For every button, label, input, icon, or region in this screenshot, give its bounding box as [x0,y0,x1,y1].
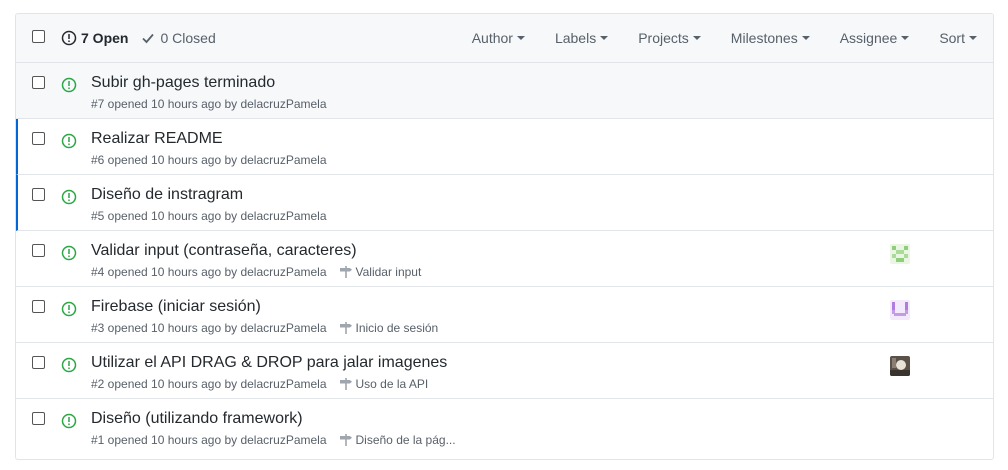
issues-header: 7 Open 0 Closed Author Labels Projects M… [16,14,993,63]
issue-opened-icon [61,77,77,93]
select-all-checkbox[interactable] [32,30,45,43]
assignee-avatar[interactable] [890,300,910,320]
sort-filter[interactable]: Sort [939,30,977,46]
issue-meta-text: #6 opened 10 hours ago by delacruzPamela [91,153,327,167]
issue-checkbox[interactable] [32,356,45,369]
labels-filter[interactable]: Labels [555,30,609,46]
milestone-icon [339,378,352,390]
milestone-link[interactable]: Validar input [339,265,422,279]
issue-opened-icon [61,413,77,429]
issue-row[interactable]: Firebase (iniciar sesión) #3 opened 10 h… [16,287,993,343]
caret-down-icon [692,36,701,40]
issue-checkbox[interactable] [32,412,45,425]
issue-checkbox[interactable] [32,300,45,313]
issue-meta-text: #7 opened 10 hours ago by delacruzPamela [91,97,327,111]
issue-row[interactable]: Subir gh-pages terminado #7 opened 10 ho… [16,63,993,119]
author-filter[interactable]: Author [472,30,525,46]
issue-meta-text: #5 opened 10 hours ago by delacruzPamela [91,209,327,223]
milestone-icon [339,434,352,446]
issue-meta: #3 opened 10 hours ago by delacruzPamela… [91,321,438,335]
milestone-link[interactable]: Inicio de sesión [339,321,439,335]
milestone-link[interactable]: Uso de la API [339,377,429,391]
assignee-avatar[interactable] [890,356,910,376]
caret-down-icon [516,36,525,40]
assignee-avatar[interactable] [890,244,910,264]
filter-bar: Author Labels Projects Milestones Assign… [442,30,977,46]
issue-title-link[interactable]: Diseño de instragram [91,186,243,204]
issue-title-link[interactable]: Subir gh-pages terminado [91,74,275,92]
issue-row[interactable]: Diseño (utilizando framework) #1 opened … [16,399,993,457]
issue-meta: #2 opened 10 hours ago by delacruzPamela… [91,377,428,391]
milestones-filter[interactable]: Milestones [731,30,810,46]
issue-meta: #1 opened 10 hours ago by delacruzPamela… [91,433,456,447]
issue-checkbox[interactable] [32,188,45,201]
assignee-filter[interactable]: Assignee [840,30,910,46]
milestone-icon [339,266,352,278]
issue-opened-icon [61,357,77,373]
issue-opened-icon [61,189,77,205]
caret-down-icon [901,36,910,40]
issue-meta: #7 opened 10 hours ago by delacruzPamela [91,97,327,111]
issue-meta-text: #1 opened 10 hours ago by delacruzPamela [91,433,327,447]
issue-opened-icon [61,301,77,317]
milestone-label: Inicio de sesión [355,321,439,335]
issue-opened-icon [61,133,77,149]
issue-meta-text: #3 opened 10 hours ago by delacruzPamela [91,321,327,335]
issue-title-link[interactable]: Diseño (utilizando framework) [91,410,303,428]
issues-list: 7 Open 0 Closed Author Labels Projects M… [15,13,994,460]
issue-checkbox[interactable] [32,244,45,257]
closed-count-label: 0 Closed [160,30,216,46]
milestone-label: Diseño de la pág... [355,433,456,447]
caret-down-icon [600,36,609,40]
issue-title-link[interactable]: Utilizar el API DRAG & DROP para jalar i… [91,354,447,372]
milestone-link[interactable]: Diseño de la pág... [339,433,456,447]
issue-checkbox[interactable] [32,132,45,145]
milestone-icon [339,322,352,334]
issue-meta-text: #2 opened 10 hours ago by delacruzPamela [91,377,327,391]
issue-title-link[interactable]: Realizar README [91,130,223,148]
issue-title-link[interactable]: Firebase (iniciar sesión) [91,298,261,316]
issue-meta: #6 opened 10 hours ago by delacruzPamela [91,153,327,167]
issue-row[interactable]: Realizar README #6 opened 10 hours ago b… [16,119,993,175]
issue-row[interactable]: Diseño de instragram #5 opened 10 hours … [16,175,993,231]
issue-checkbox[interactable] [32,76,45,89]
issue-row[interactable]: Validar input (contraseña, caracteres) #… [16,231,993,287]
issue-states: 7 Open 0 Closed [61,30,216,46]
caret-down-icon [801,36,810,40]
issue-meta: #4 opened 10 hours ago by delacruzPamela… [91,265,421,279]
issue-opened-icon [61,30,77,46]
issue-row[interactable]: Utilizar el API DRAG & DROP para jalar i… [16,343,993,399]
issue-opened-icon [61,245,77,261]
milestone-label: Uso de la API [355,377,429,391]
issue-meta: #5 opened 10 hours ago by delacruzPamela [91,209,327,223]
closed-issues-link[interactable]: 0 Closed [140,30,216,46]
issue-title-link[interactable]: Validar input (contraseña, caracteres) [91,242,357,260]
milestone-label: Validar input [355,265,422,279]
check-icon [142,33,155,44]
issue-meta-text: #4 opened 10 hours ago by delacruzPamela [91,265,327,279]
caret-down-icon [969,36,977,40]
projects-filter[interactable]: Projects [638,30,701,46]
open-issues-link[interactable]: 7 Open [61,30,128,46]
open-count-label: 7 Open [81,30,129,46]
